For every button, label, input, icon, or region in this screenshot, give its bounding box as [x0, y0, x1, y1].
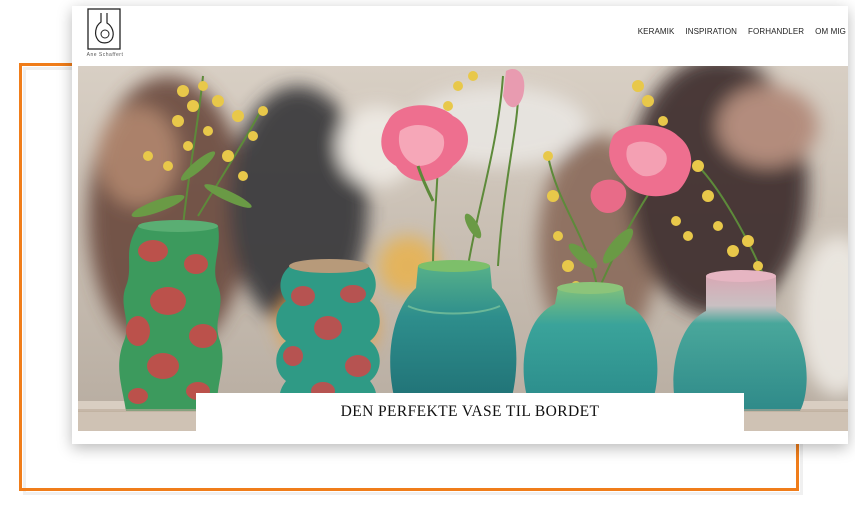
site-header: Ane Schaffert KERAMIK INSPIRATION FORHAN… — [72, 6, 848, 66]
hero-image-vases-with-flowers — [78, 66, 848, 431]
nav-item-keramik[interactable]: KERAMIK — [638, 27, 675, 36]
hero-caption: DEN PERFEKTE VASE TIL BORDET — [340, 403, 600, 420]
site-logo[interactable]: Ane Schaffert — [80, 8, 126, 60]
nav-item-forhandler[interactable]: FORHANDLER — [748, 27, 804, 36]
nav-item-om-mig[interactable]: OM MIG — [815, 27, 846, 36]
website-window: Ane Schaffert KERAMIK INSPIRATION FORHAN… — [72, 6, 848, 444]
hero-banner[interactable]: DEN PERFEKTE VASE TIL BORDET — [78, 66, 848, 431]
hero-caption-box: DEN PERFEKTE VASE TIL BORDET — [196, 393, 744, 431]
main-navigation: KERAMIK INSPIRATION FORHANDLER OM MIG — [638, 27, 846, 36]
nav-item-inspiration[interactable]: INSPIRATION — [685, 27, 737, 36]
logo-brand-name: Ane Schaffert — [86, 52, 124, 58]
vase-logo-icon — [87, 8, 121, 50]
